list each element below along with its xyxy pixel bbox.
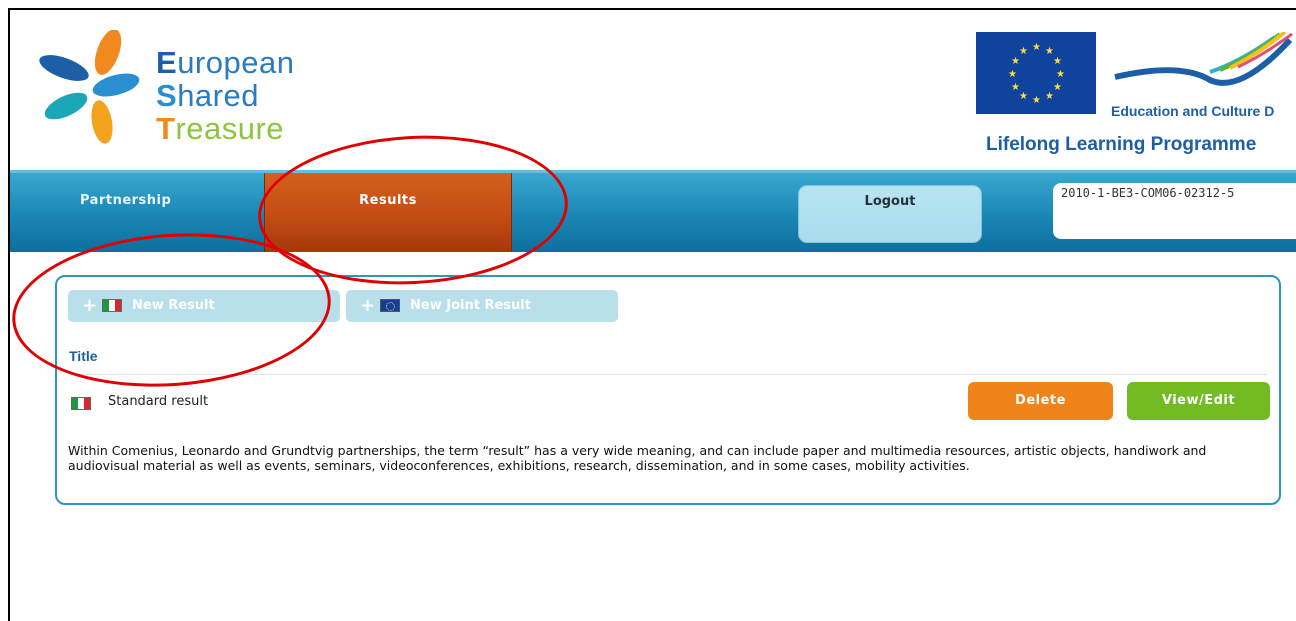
project-id-box: 2010-1-BE3-COM06-02312-5 bbox=[1053, 183, 1296, 239]
result-row-title: Standard result bbox=[108, 394, 209, 409]
svg-text:★: ★ bbox=[1019, 91, 1028, 102]
llp-department-label: Education and Culture D bbox=[1111, 103, 1275, 119]
italy-flag-icon bbox=[71, 397, 91, 410]
page-frame: European Shared Treasure ★ ★ ★ ★ ★ ★ ★ ★ ★ ★ ★ ★… bbox=[8, 8, 1296, 621]
divider bbox=[69, 374, 1267, 375]
svg-text:★: ★ bbox=[1056, 69, 1065, 80]
svg-text:★: ★ bbox=[1019, 46, 1028, 57]
svg-text:★: ★ bbox=[1032, 95, 1041, 106]
italy-flag-icon bbox=[102, 299, 122, 312]
project-id: 2010-1-BE3-COM06-02312-5 bbox=[1061, 186, 1235, 200]
nav-partnership[interactable]: Partnership bbox=[80, 193, 171, 208]
nav-results-tab[interactable]: Results bbox=[264, 173, 512, 252]
nav-results-label: Results bbox=[359, 193, 417, 208]
view-edit-button[interactable]: View/Edit bbox=[1127, 382, 1270, 420]
flower-logo-icon bbox=[39, 30, 140, 144]
svg-text:★: ★ bbox=[1011, 82, 1020, 93]
delete-button[interactable]: Delete bbox=[968, 382, 1113, 420]
new-joint-result-label: New Joint Result bbox=[410, 298, 531, 313]
results-description: Within Comenius, Leonardo and Grundtvig … bbox=[68, 443, 1207, 473]
new-result-button[interactable]: + New Result bbox=[68, 290, 340, 322]
svg-text:★: ★ bbox=[1008, 69, 1017, 80]
new-result-label: New Result bbox=[132, 298, 215, 313]
llp-swoosh-icon bbox=[1114, 32, 1293, 86]
new-joint-result-button[interactable]: + New Joint Result bbox=[346, 290, 618, 322]
svg-text:★: ★ bbox=[1032, 42, 1041, 53]
logout-button[interactable]: Logout bbox=[798, 185, 982, 243]
eu-flag-icon: ★ ★ ★ ★ ★ ★ ★ ★ ★ ★ ★ ★ bbox=[976, 32, 1096, 114]
svg-text:★: ★ bbox=[1011, 56, 1020, 67]
plus-icon: + bbox=[82, 295, 98, 316]
logo-wordmark: European Shared Treasure bbox=[156, 45, 295, 146]
title-column-header[interactable]: Title bbox=[69, 348, 98, 364]
svg-text:★: ★ bbox=[1053, 56, 1062, 67]
logout-label: Logout bbox=[864, 194, 916, 209]
eu-flag-small-icon bbox=[380, 299, 400, 312]
svg-text:★: ★ bbox=[1045, 91, 1054, 102]
results-panel: + New Result + New Joint Result Title St… bbox=[55, 275, 1281, 505]
llp-programme-label: Lifelong Learning Programme bbox=[986, 134, 1257, 155]
main-nav: Partnership Results Logout 2010-1-BE3-CO… bbox=[10, 170, 1296, 252]
plus-icon: + bbox=[360, 295, 376, 316]
svg-text:★: ★ bbox=[1053, 82, 1062, 93]
est-logo: European Shared Treasure bbox=[36, 30, 336, 160]
